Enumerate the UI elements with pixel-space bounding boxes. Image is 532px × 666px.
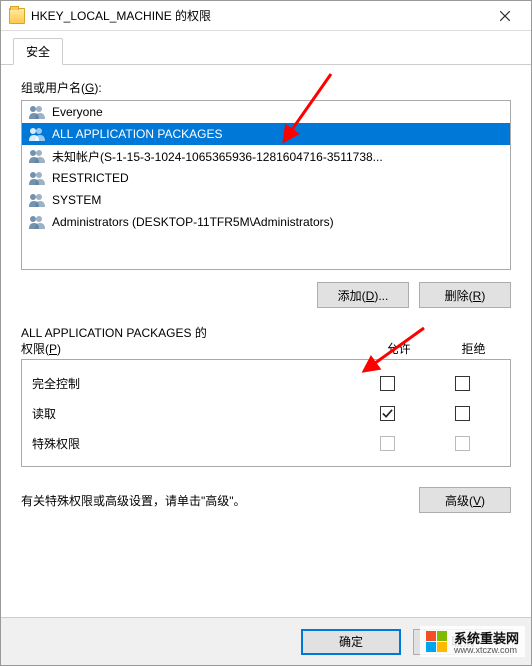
deny-cell	[425, 436, 500, 451]
checkbox[interactable]	[455, 406, 470, 421]
advanced-button[interactable]: 高级(V)	[419, 487, 511, 513]
checkbox[interactable]	[455, 376, 470, 391]
watermark-logo-icon	[426, 631, 448, 653]
add-button[interactable]: 添加(D)...	[317, 282, 409, 308]
groups-label-key: G	[85, 81, 94, 95]
folder-icon	[9, 8, 25, 24]
permission-row: 读取	[32, 398, 500, 428]
group-icon	[28, 105, 46, 119]
security-panel: 组或用户名(G): Everyone ALL APPLICATION PACKAG…	[1, 65, 531, 553]
list-item-label: 未知帐户(S-1-15-3-1024-1065365936-1281604716…	[52, 148, 383, 165]
group-icon	[28, 215, 46, 229]
allow-header: 允许	[361, 340, 436, 357]
tab-strip: 安全	[1, 31, 531, 65]
deny-cell	[425, 406, 500, 421]
allow-cell	[350, 406, 425, 421]
list-item[interactable]: RESTRICTED	[22, 167, 510, 189]
permissions-label: ALL APPLICATION PACKAGES 的 权限(P)	[21, 326, 361, 357]
permission-row: 完全控制	[32, 368, 500, 398]
checkbox[interactable]	[380, 376, 395, 391]
group-buttons: 添加(D)... 删除(R)	[21, 282, 511, 308]
groups-label-suffix: ):	[94, 81, 101, 95]
list-item-label: RESTRICTED	[52, 171, 129, 185]
window-title: HKEY_LOCAL_MACHINE 的权限	[31, 7, 482, 24]
groups-listbox[interactable]: Everyone ALL APPLICATION PACKAGES 未知帐户(S-1…	[21, 100, 511, 270]
list-item-label: Administrators (DESKTOP-11TFR5M\Administ…	[52, 215, 334, 229]
deny-header: 拒绝	[436, 340, 511, 357]
permission-row: 特殊权限	[32, 428, 500, 458]
close-icon	[500, 11, 510, 21]
list-item[interactable]: Everyone	[22, 101, 510, 123]
permission-name: 读取	[32, 405, 350, 422]
close-button[interactable]	[482, 2, 527, 30]
permission-name: 完全控制	[32, 375, 350, 392]
ok-button[interactable]: 确定	[301, 629, 401, 655]
groups-label-text: 组或用户名(	[21, 81, 85, 95]
watermark-title: 系统重装网	[454, 631, 519, 646]
allow-cell	[350, 376, 425, 391]
checkbox	[455, 436, 470, 451]
groups-label: 组或用户名(G):	[21, 79, 511, 96]
list-item-label: SYSTEM	[52, 193, 101, 207]
permissions-box: 完全控制读取特殊权限	[21, 359, 511, 467]
permissions-header: ALL APPLICATION PACKAGES 的 权限(P) 允许 拒绝	[21, 326, 511, 357]
advanced-row: 有关特殊权限或高级设置，请单击"高级"。 高级(V)	[21, 487, 511, 513]
tab-security[interactable]: 安全	[13, 38, 63, 65]
title-bar: HKEY_LOCAL_MACHINE 的权限	[1, 1, 531, 31]
group-icon	[28, 171, 46, 185]
list-item[interactable]: Administrators (DESKTOP-11TFR5M\Administ…	[22, 211, 510, 233]
checkbox	[380, 436, 395, 451]
watermark-url: www.xtczw.com	[454, 645, 519, 655]
group-icon	[28, 149, 46, 163]
list-item[interactable]: SYSTEM	[22, 189, 510, 211]
group-icon	[28, 193, 46, 207]
watermark: 系统重装网 www.xtczw.com	[420, 626, 525, 657]
advanced-info-text: 有关特殊权限或高级设置，请单击"高级"。	[21, 492, 407, 509]
list-item[interactable]: ALL APPLICATION PACKAGES	[22, 123, 510, 145]
list-item[interactable]: 未知帐户(S-1-15-3-1024-1065365936-1281604716…	[22, 145, 510, 167]
remove-button[interactable]: 删除(R)	[419, 282, 511, 308]
checkbox[interactable]	[380, 406, 395, 421]
allow-cell	[350, 436, 425, 451]
list-item-label: ALL APPLICATION PACKAGES	[52, 127, 223, 141]
group-icon	[28, 127, 46, 141]
permission-name: 特殊权限	[32, 435, 350, 452]
deny-cell	[425, 376, 500, 391]
list-item-label: Everyone	[52, 105, 103, 119]
